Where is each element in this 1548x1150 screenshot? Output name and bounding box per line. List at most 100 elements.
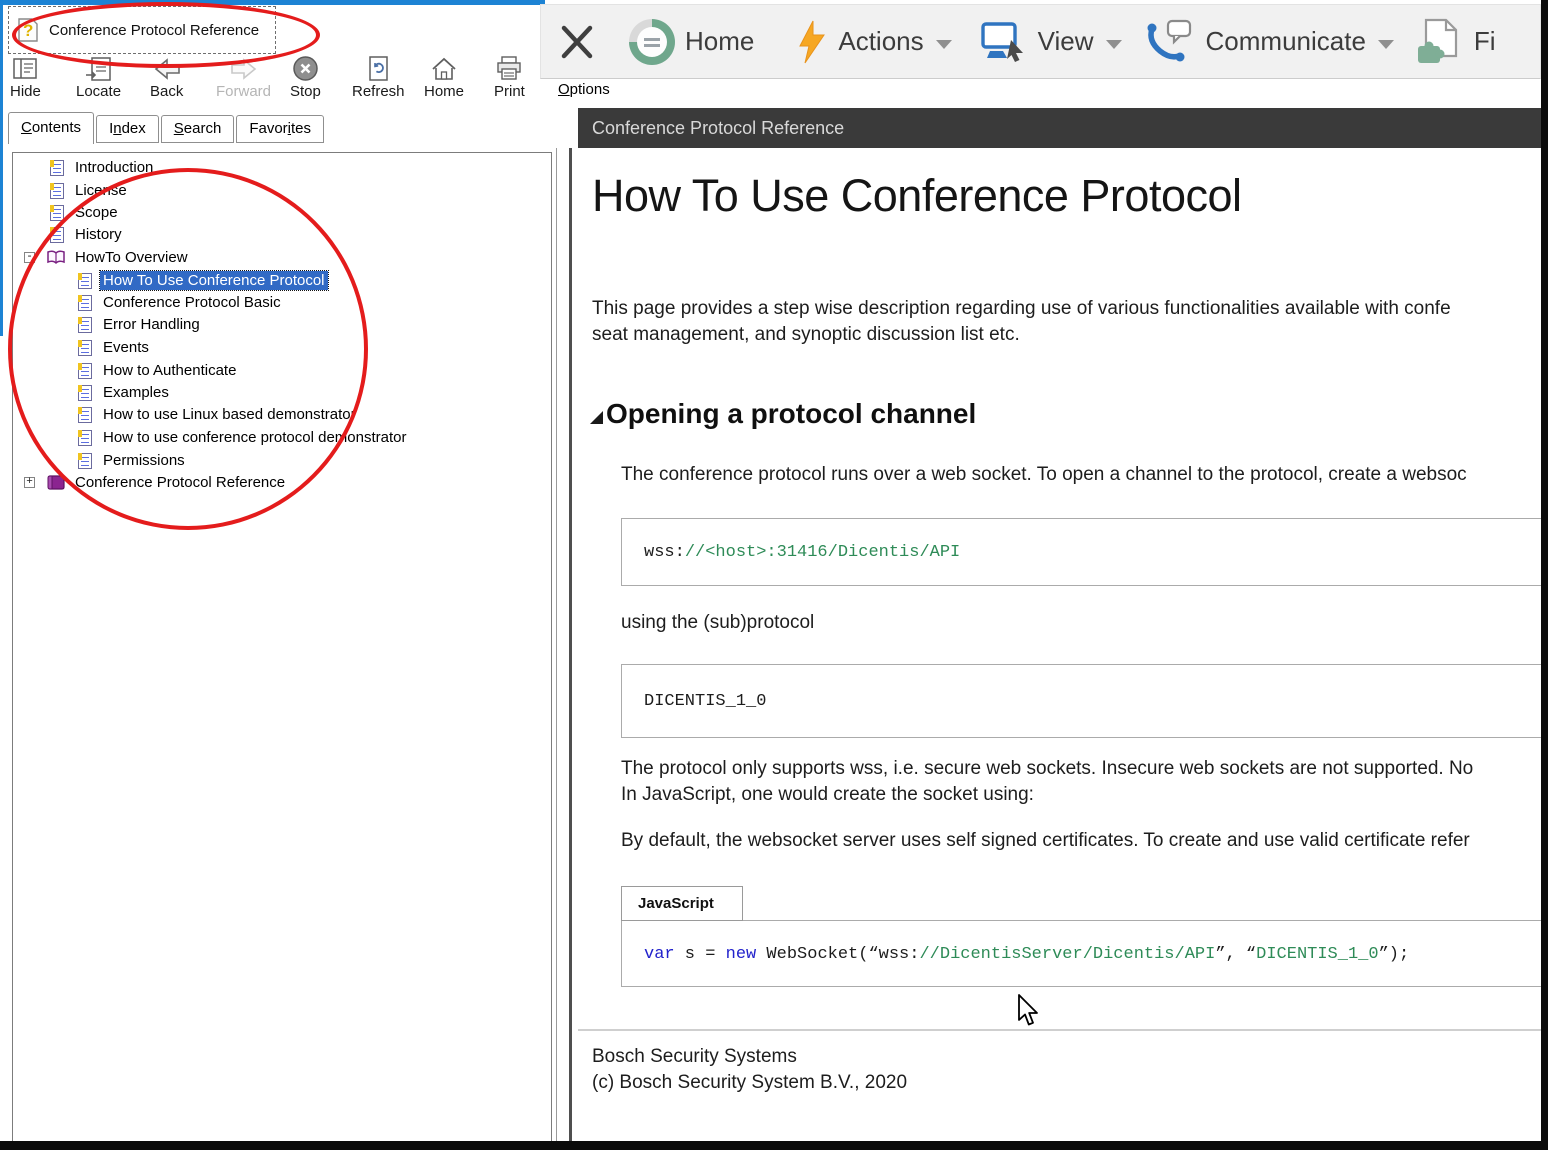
lightning-icon (796, 19, 828, 65)
refresh-label: Refresh (352, 83, 405, 100)
pane-splitter-handle[interactable] (569, 148, 572, 1141)
tree-item-label[interactable]: How to use conference protocol demonstra… (100, 428, 410, 447)
tree-item[interactable]: How to Authenticate (14, 360, 536, 381)
topic-page-icon (78, 363, 92, 379)
stop-button[interactable]: Stop (290, 52, 321, 100)
hide-icon (11, 52, 39, 82)
toolbar-home-label: Home (685, 26, 754, 57)
topic-page-icon (50, 160, 64, 176)
tree-item-label[interactable]: HowTo Overview (72, 248, 191, 267)
code-line: var s = new WebSocket(“wss://DicentisSer… (644, 945, 1548, 964)
print-button[interactable]: Print (494, 52, 525, 100)
intro-paragraph: This page provides a step wise descripti… (592, 296, 1451, 348)
toolbar-actions-label: Actions (838, 26, 923, 57)
toolbar-item-communicate[interactable]: Communicate (1144, 19, 1394, 65)
collapse-triangle-icon (590, 411, 603, 424)
home-button[interactable]: Home (424, 52, 464, 100)
topic-page-icon (50, 183, 64, 199)
tree-item[interactable]: Introduction (14, 157, 536, 178)
toolbar-item-view[interactable]: View (978, 20, 1122, 64)
code-line: DICENTIS_1_0 (644, 692, 1548, 711)
certificate-paragraph: By default, the websocket server uses se… (621, 828, 1470, 854)
tree-item[interactable]: License (14, 180, 536, 201)
back-label: Back (150, 83, 183, 100)
monitor-icon (978, 20, 1028, 64)
code-block-url: wss://<host>:31416/Dicentis/API (621, 518, 1548, 586)
hide-label: Hide (10, 83, 41, 100)
tree-item-label[interactable]: Scope (72, 203, 121, 222)
tree-expander-minus[interactable]: - (24, 252, 35, 263)
print-label: Print (494, 83, 525, 100)
tree-item[interactable]: Examples (14, 382, 536, 403)
window-frame-left (0, 0, 3, 336)
tab-index[interactable]: Index (96, 115, 159, 143)
tree-item-label[interactable]: How to Authenticate (100, 361, 239, 380)
forward-arrow-icon (229, 52, 259, 82)
tree-item-label[interactable]: Introduction (72, 158, 156, 177)
toolbar-files-label: Fi (1474, 26, 1496, 57)
tree-item[interactable]: Events (14, 337, 536, 358)
tree-item[interactable]: Conference Protocol Basic (14, 292, 536, 313)
tree-item[interactable]: History (14, 224, 536, 245)
tree-item-label[interactable]: Examples (100, 383, 172, 402)
forward-button[interactable]: Forward (216, 52, 271, 100)
tab-contents[interactable]: Contents (8, 112, 94, 144)
tree-item-label[interactable]: Conference Protocol Basic (100, 293, 284, 312)
tree-expander-plus[interactable]: + (24, 477, 35, 488)
code-tab-javascript[interactable]: JavaScript (621, 886, 743, 921)
tree-item-selected[interactable]: How To Use Conference Protocol (14, 270, 536, 291)
mouse-cursor (1012, 993, 1040, 1036)
home-icon (430, 52, 458, 82)
tree-item-label[interactable]: How To Use Conference Protocol (100, 271, 328, 290)
content-header-title: Conference Protocol Reference (592, 118, 844, 139)
tree-item[interactable]: How to use conference protocol demonstra… (14, 427, 536, 448)
open-book-icon (46, 249, 66, 266)
back-button[interactable]: Back (150, 52, 183, 100)
refresh-button[interactable]: Refresh (352, 52, 405, 100)
tree-item[interactable]: Permissions (14, 450, 536, 471)
tab-search[interactable]: Search (161, 115, 235, 143)
topic-page-icon (78, 430, 92, 446)
file-puzzle-icon (1414, 18, 1464, 66)
section-heading[interactable]: Opening a protocol channel (590, 398, 976, 430)
footer-text: Bosch Security Systems (c) Bosch Securit… (592, 1044, 907, 1096)
toolbar-item-files[interactable]: Fi (1414, 18, 1496, 66)
tree-item-label[interactable]: How to use Linux based demonstrator (100, 405, 359, 424)
chevron-down-icon (936, 40, 952, 49)
navigation-tabs: Contents Index Search Favorites (8, 112, 326, 144)
locate-icon (85, 52, 113, 82)
tree-item-label[interactable]: Events (100, 338, 152, 357)
tree-item[interactable]: + Conference Protocol Reference (14, 472, 536, 493)
options-label-accel: O (558, 81, 570, 98)
sharing-toolbar: Home Actions View Communicate (540, 4, 1541, 79)
topic-page-icon (50, 227, 64, 243)
tree-item[interactable]: Scope (14, 202, 536, 223)
tree-item[interactable]: Error Handling (14, 314, 536, 335)
tree-item-label[interactable]: Error Handling (100, 315, 203, 334)
hide-button[interactable]: Hide (10, 52, 41, 100)
phone-chat-icon (1144, 19, 1196, 65)
tree-item[interactable]: How to use Linux based demonstrator (14, 404, 536, 425)
back-arrow-icon (152, 52, 182, 82)
tree-item-label[interactable]: History (72, 225, 125, 244)
options-button[interactable]: Options (558, 81, 610, 98)
stop-label: Stop (290, 83, 321, 100)
tab-favorites[interactable]: Favorites (236, 115, 324, 143)
tree-item[interactable]: - HowTo Overview (14, 247, 536, 268)
tree-item-label[interactable]: License (72, 181, 130, 200)
toolbar-item-home[interactable]: Home (629, 19, 754, 65)
toolbar-item-actions[interactable]: Actions (796, 19, 951, 65)
window-title-bar: ? Conference Protocol Reference (8, 6, 276, 54)
stop-icon (292, 52, 319, 82)
code-block-javascript: var s = new WebSocket(“wss://DicentisSer… (621, 920, 1548, 987)
tree-item-label[interactable]: Permissions (100, 451, 188, 470)
chevron-down-icon (1378, 40, 1394, 49)
topic-page-icon (78, 453, 92, 469)
close-x-icon (559, 22, 595, 62)
pane-splitter[interactable] (556, 148, 557, 1141)
locate-button[interactable]: Locate (76, 52, 121, 100)
code-block-subprotocol: DICENTIS_1_0 (621, 664, 1548, 738)
closed-book-icon (46, 474, 66, 491)
tree-item-label[interactable]: Conference Protocol Reference (72, 473, 288, 492)
close-button[interactable] (559, 22, 595, 62)
